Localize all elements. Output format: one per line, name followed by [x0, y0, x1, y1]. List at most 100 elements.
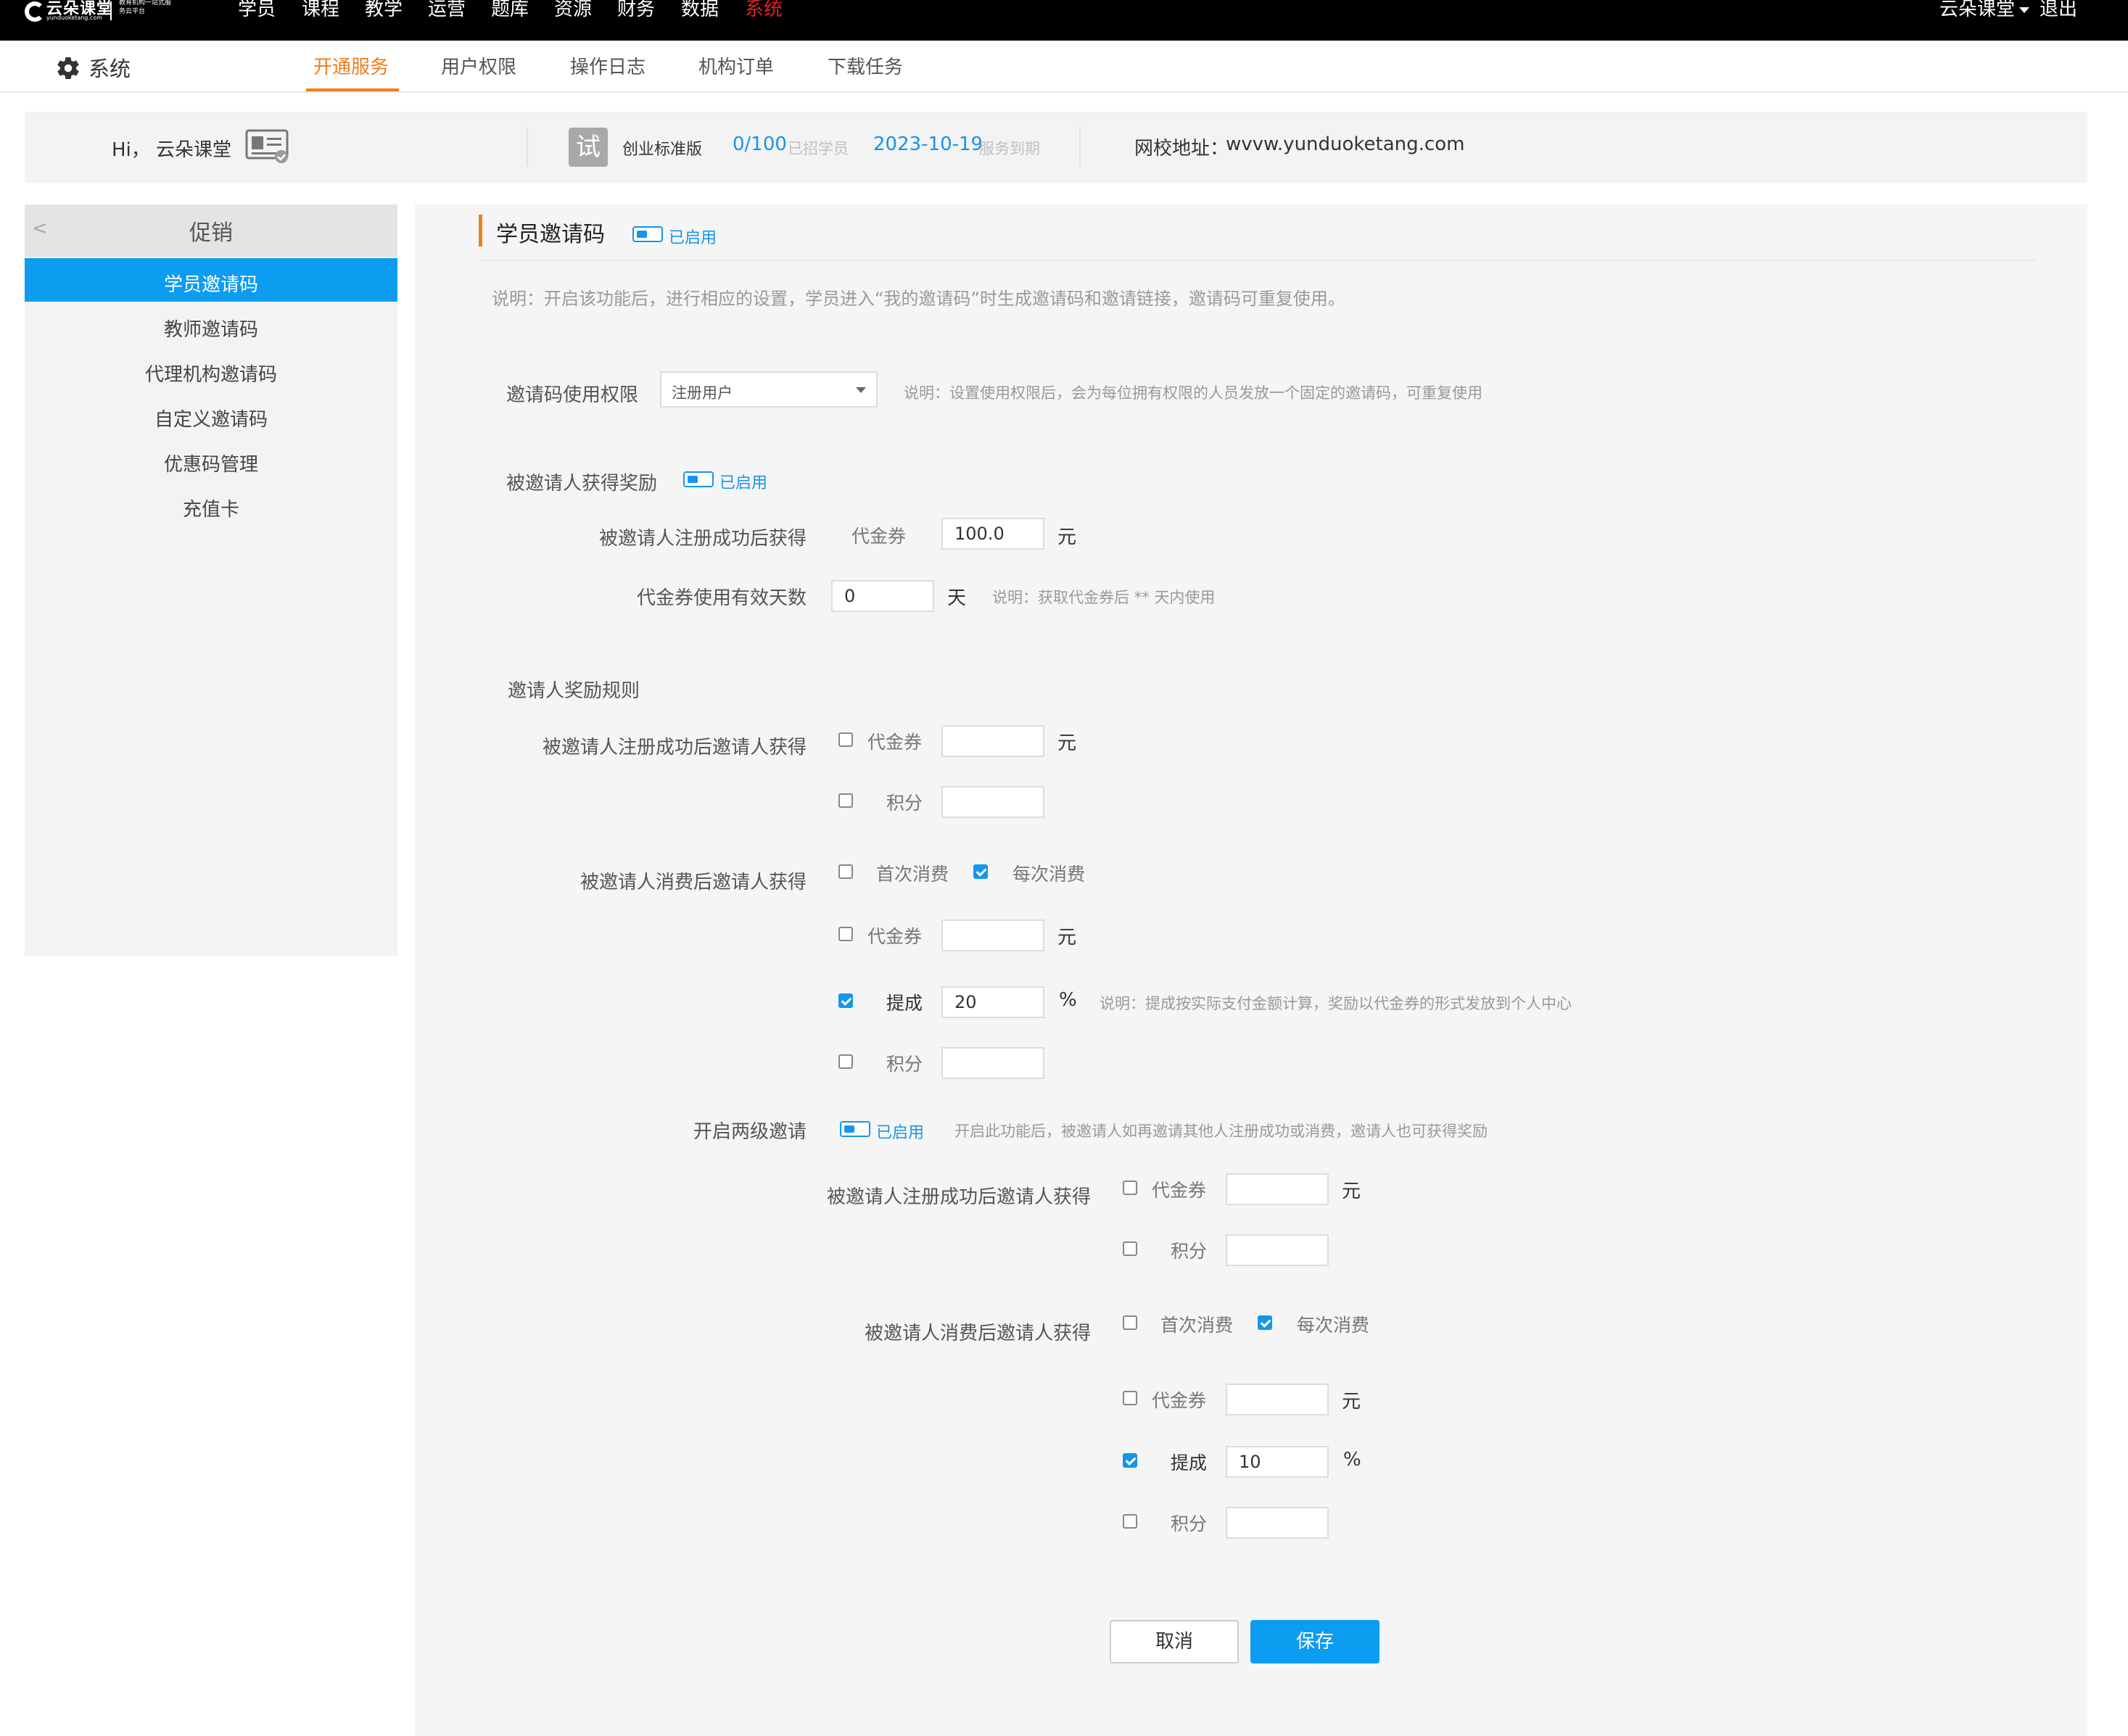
feature-description: 说明：开启该功能后，进行相应的设置，学员进入“我的邀请码”时生成邀请码和邀请链接…	[492, 289, 1345, 309]
valid-days-input[interactable]	[831, 580, 934, 612]
school-url[interactable]: wvvw.yunduoketang.com	[1226, 133, 1464, 155]
inviter-commission-checkbox[interactable]	[838, 993, 853, 1008]
school-url-label: 网校地址：	[1134, 138, 1229, 160]
brand-logo-icon[interactable]	[25, 1, 45, 22]
permission-select[interactable]: 注册用户	[660, 371, 878, 408]
brand-domain: yunduoketang.com	[46, 15, 103, 21]
inviter-commission-unit: %	[1059, 989, 1077, 1011]
two-level-commission-checkbox[interactable]	[1123, 1453, 1137, 1468]
top-nav-courses[interactable]: 课程	[302, 0, 339, 21]
account-info-bar	[25, 112, 2087, 183]
expire-label: 服务到期	[979, 140, 1040, 157]
sidebar-item-recharge-card[interactable]: 充值卡	[25, 495, 397, 521]
two-level-consume-points-label: 积分	[1171, 1513, 1208, 1534]
edition-label: 创业标准版	[622, 141, 703, 159]
info-divider	[1079, 128, 1081, 167]
user-menu[interactable]: 云朵课堂 退出	[1939, 0, 2077, 21]
inviter-commission-input[interactable]	[941, 986, 1044, 1018]
inviter-register-coupon-label: 代金券	[867, 732, 923, 753]
top-nav-resources[interactable]: 资源	[554, 0, 592, 21]
valid-days-note: 说明：获取代金券后 ** 天内使用	[992, 589, 1216, 606]
two-level-consume-coupon-label: 代金券	[1152, 1390, 1207, 1411]
two-level-register-points-checkbox[interactable]	[1123, 1241, 1137, 1256]
sidebar-item-student-invite-code[interactable]: 学员邀请码	[25, 270, 397, 297]
id-card-icon[interactable]	[245, 129, 292, 164]
two-level-register-label: 被邀请人注册成功后邀请人获得	[826, 1186, 1091, 1208]
inviter-consume-coupon-checkbox[interactable]	[838, 927, 853, 941]
top-nav-question-bank[interactable]: 题库	[491, 0, 529, 21]
students-count: 0/100	[733, 133, 787, 155]
sidebar-item-custom-invite-code[interactable]: 自定义邀请码	[25, 405, 397, 431]
top-nav-finance[interactable]: 财务	[617, 0, 655, 21]
invitee-reward-label: 被邀请人获得奖励	[506, 473, 658, 495]
permission-note: 说明：设置使用权限后，会为每位拥有权限的人员发放一个固定的邀请码，可重复使用	[904, 384, 1482, 402]
two-level-register-coupon-unit: 元	[1342, 1181, 1361, 1202]
invitee-coupon-label: 代金券	[851, 526, 907, 547]
two-level-register-coupon-input[interactable]	[1226, 1173, 1329, 1205]
invitee-coupon-input[interactable]	[941, 518, 1044, 550]
two-level-toggle[interactable]	[840, 1121, 870, 1137]
two-level-commission-input[interactable]	[1226, 1446, 1329, 1478]
greeting: Hi， 云朵课堂	[112, 139, 232, 161]
title-accent-bar	[479, 215, 482, 247]
inviter-first-consume-checkbox[interactable]	[838, 864, 853, 879]
tab-open-service[interactable]: 开通服务	[313, 52, 389, 79]
inviter-consume-coupon-label: 代金券	[867, 926, 923, 947]
inviter-consume-coupon-unit: 元	[1057, 927, 1077, 948]
sidebar-item-agency-invite-code[interactable]: 代理机构邀请码	[25, 360, 397, 387]
inviter-commission-label: 提成	[886, 993, 923, 1014]
students-label: 已招学员	[788, 140, 849, 157]
inviter-register-coupon-unit: 元	[1057, 732, 1077, 754]
page-title: 学员邀请码	[496, 222, 605, 247]
inviter-register-points-checkbox[interactable]	[838, 793, 853, 808]
valid-days-label: 代金券使用有效天数	[636, 587, 807, 609]
top-nav-system[interactable]: 系统	[745, 0, 783, 21]
two-level-register-coupon-label: 代金券	[1152, 1180, 1207, 1201]
logout-link[interactable]: 退出	[2040, 0, 2077, 20]
inviter-consume-coupon-input[interactable]	[941, 919, 1044, 951]
feature-status: 已启用	[669, 229, 717, 247]
page-section-title: 系统	[88, 57, 131, 81]
tab-download-tasks[interactable]: 下载任务	[828, 52, 903, 79]
two-level-register-points-label: 积分	[1171, 1241, 1208, 1262]
subnav-divider	[0, 91, 2128, 93]
top-nav-teaching[interactable]: 教学	[365, 0, 403, 21]
sidebar-item-coupon-management[interactable]: 优惠码管理	[25, 450, 397, 476]
top-nav-data[interactable]: 数据	[681, 0, 719, 21]
inviter-register-coupon-checkbox[interactable]	[838, 732, 853, 747]
two-level-consume-points-checkbox[interactable]	[1123, 1514, 1137, 1529]
feature-toggle[interactable]	[632, 226, 663, 242]
two-level-consume-coupon-checkbox[interactable]	[1123, 1391, 1137, 1405]
tab-org-orders[interactable]: 机构订单	[698, 52, 774, 79]
brand-divider	[110, 1, 112, 20]
inviter-consume-points-input[interactable]	[941, 1047, 1044, 1079]
two-level-consume-points-input[interactable]	[1226, 1507, 1329, 1539]
inviter-every-consume-label: 每次消费	[1013, 864, 1086, 885]
inviter-consume-points-checkbox[interactable]	[838, 1054, 853, 1069]
tab-user-permissions[interactable]: 用户权限	[441, 52, 516, 79]
two-level-consume-coupon-input[interactable]	[1226, 1384, 1329, 1415]
user-name[interactable]: 云朵课堂	[1939, 0, 2015, 20]
inviter-register-points-input[interactable]	[941, 786, 1044, 818]
chevron-down-icon[interactable]	[2019, 7, 2030, 13]
two-level-consume-label: 被邀请人消费后邀请人获得	[864, 1323, 1091, 1344]
cancel-button[interactable]: 取消	[1110, 1620, 1239, 1663]
two-level-register-points-input[interactable]	[1226, 1234, 1329, 1266]
two-level-first-consume-label: 首次消费	[1160, 1315, 1234, 1336]
save-button[interactable]: 保存	[1250, 1620, 1380, 1663]
trial-badge: 试	[569, 128, 608, 167]
sidebar-item-teacher-invite-code[interactable]: 教师邀请码	[25, 315, 397, 342]
brand-slogan: 教育机构一站式服务云平台	[119, 0, 172, 15]
invitee-register-label: 被邀请人注册成功后获得	[598, 528, 807, 550]
inviter-register-coupon-input[interactable]	[941, 725, 1044, 757]
two-level-first-consume-checkbox[interactable]	[1123, 1315, 1137, 1330]
two-level-every-consume-checkbox[interactable]	[1258, 1315, 1272, 1330]
permission-select-value: 注册用户	[672, 384, 733, 402]
top-nav-students[interactable]: 学员	[238, 0, 276, 21]
tab-operation-log[interactable]: 操作日志	[570, 52, 646, 79]
title-divider	[479, 260, 2037, 261]
two-level-register-coupon-checkbox[interactable]	[1123, 1181, 1137, 1195]
invitee-reward-toggle[interactable]	[683, 471, 714, 487]
inviter-every-consume-checkbox[interactable]	[973, 864, 988, 879]
top-nav-operations[interactable]: 运营	[428, 0, 466, 21]
